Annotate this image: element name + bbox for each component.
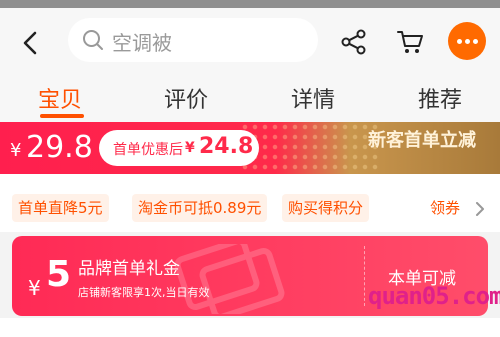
bottom-area xyxy=(0,318,500,337)
discount-currency: ¥ xyxy=(185,140,195,156)
discount-price: 24.8 xyxy=(199,134,254,159)
decorative-dots xyxy=(240,122,380,174)
coupon-currency: ¥ xyxy=(28,276,41,300)
search-icon xyxy=(83,30,103,50)
benefit-chip[interactable]: 淘金币可抵0.89元 xyxy=(132,194,268,222)
tab-details[interactable]: 详情 xyxy=(291,82,335,114)
ticket-icon xyxy=(174,244,285,314)
promo-title: 新客首单立减 xyxy=(368,130,476,151)
share-icon[interactable] xyxy=(340,28,368,56)
more-icon-dot xyxy=(465,39,470,44)
coupon-title: 品牌首单礼金 xyxy=(78,259,180,279)
tab-baobei[interactable]: 宝贝 xyxy=(38,82,82,114)
more-icon-dot xyxy=(473,39,478,44)
status-strip xyxy=(0,0,500,8)
coupon-divider xyxy=(364,246,365,306)
get-coupon-link[interactable]: 领券 xyxy=(430,194,460,222)
chevron-right-icon xyxy=(476,202,484,216)
chevron-left-icon[interactable] xyxy=(18,30,44,56)
active-tab-indicator xyxy=(40,114,84,118)
discount-label: 首单优惠后 xyxy=(113,142,183,158)
benefit-chip[interactable]: 首单直降5元 xyxy=(12,194,109,222)
tab-recommend[interactable]: 推荐 xyxy=(418,82,462,114)
tab-bar: 宝贝 评价 详情 推荐 xyxy=(0,74,500,122)
tab-reviews[interactable]: 评价 xyxy=(164,82,208,114)
search-placeholder: 空调被 xyxy=(112,31,172,55)
more-button[interactable] xyxy=(448,22,486,60)
more-icon xyxy=(457,39,462,44)
watermark: quan05.com xyxy=(368,282,500,310)
coupon-amount: 5 xyxy=(46,254,72,295)
currency-symbol: ¥ xyxy=(10,140,22,161)
top-bar: 空调被 xyxy=(0,8,500,74)
coupon-subtitle: 店铺新客限享1次,当日有效 xyxy=(78,286,210,299)
benefit-chip[interactable]: 购买得积分 xyxy=(282,194,370,222)
search-input[interactable]: 空调被 xyxy=(68,18,318,62)
benefit-chips: 首单直降5元 淘金币可抵0.89元 购买得积分 领券 xyxy=(0,174,500,232)
cart-icon[interactable] xyxy=(396,28,424,56)
price-banner: ¥ 29.8 首单优惠后 ¥ 24.8 新客首单立减 xyxy=(0,122,500,174)
discount-price-pill: 首单优惠后 ¥ 24.8 xyxy=(99,130,259,166)
current-price: 29.8 xyxy=(26,130,93,165)
